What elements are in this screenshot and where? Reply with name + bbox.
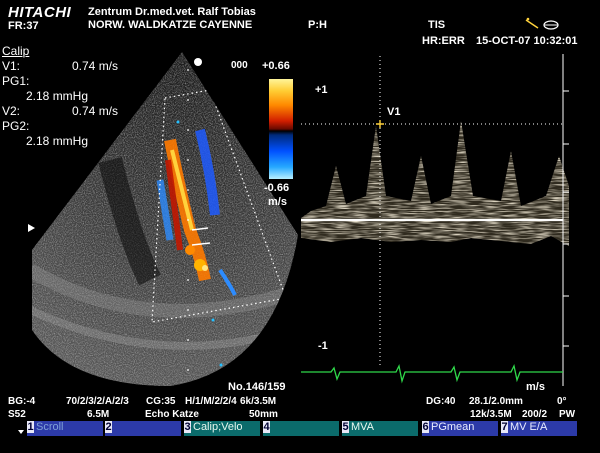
param-freq: 6k/3.5M [240, 396, 277, 407]
fkey-7-mv-ea[interactable]: 7 MV E/A [501, 421, 577, 436]
fkey-3-calip-velo[interactable]: 3 Calip;Velo [184, 421, 260, 436]
v2-label: V2: [2, 104, 21, 118]
param-exam: Echo Katze [145, 409, 199, 420]
pg1-label: PG1: [2, 74, 30, 88]
color-velocity-bar [269, 79, 293, 179]
param-filter: 200/2 [522, 409, 548, 420]
image-number: No.146/159 [228, 381, 286, 393]
frame-rate: FR:37 [8, 20, 39, 32]
fkey-number: 2 [105, 421, 112, 433]
ultrasound-sector-image[interactable] [30, 40, 300, 392]
patient-name: NORW. WALDKATZE CAYENNE [88, 19, 253, 31]
param-preset: 70/2/3/2/A/2/3 [66, 396, 129, 407]
fkey-4[interactable]: 4 [263, 421, 339, 436]
probe-side: P:H [308, 19, 327, 31]
param-prf: 12k/3.5M [470, 409, 512, 420]
doppler-spectrum[interactable] [301, 46, 569, 392]
fkey-number: 7 [501, 421, 508, 433]
fkey-label: Calip;Velo [193, 421, 243, 433]
menu-arrow-icon [18, 430, 24, 434]
doppler-scale-bottom: -1 [318, 340, 328, 352]
doppler-unit: m/s [526, 381, 545, 393]
color-scale-max: +0.66 [262, 60, 290, 72]
param-angle: 0° [557, 396, 567, 407]
color-gain-label: 000 [231, 60, 248, 71]
fkey-label: MV E/A [510, 421, 548, 433]
fkey-number: 1 [27, 421, 34, 433]
param-s: S52 [8, 409, 26, 420]
fkey-number: 3 [184, 421, 191, 433]
fkey-number: 6 [422, 421, 429, 433]
color-scale-unit: m/s [268, 196, 287, 208]
fkey-label: MVA [351, 421, 375, 433]
param-h: H/1/M/2/2/4 [185, 396, 237, 407]
param-mode: PW [559, 409, 576, 420]
fkey-label: PGmean [431, 421, 475, 433]
param-gate: 28.1/2.0mm [469, 396, 523, 407]
fkey-number: 5 [342, 421, 349, 433]
transducer-icon [524, 16, 564, 30]
fkey-number: 4 [263, 421, 270, 433]
fkey-1-scroll[interactable]: 1 Scroll [27, 421, 103, 436]
fkey-5-mva[interactable]: 5 MVA [342, 421, 418, 436]
velocity-cursor-label: V1 [387, 106, 401, 118]
param-bg: BG:-4 [8, 396, 36, 407]
depth-marker-icon [28, 224, 35, 232]
caliper-title: Calip [2, 44, 30, 58]
doppler-scale-top: +1 [315, 84, 328, 96]
fkey-2[interactable]: 2 [105, 421, 181, 436]
color-scale-min: -0.66 [264, 182, 290, 194]
param-probe-freq: 6.5M [87, 409, 110, 420]
v1-label: V1: [2, 59, 21, 73]
param-depth: 50mm [249, 409, 278, 420]
clinic-name: Zentrum Dr.med.vet. Ralf Tobias [88, 6, 256, 18]
fkey-label: Scroll [36, 421, 64, 433]
pg2-label: PG2: [2, 119, 30, 133]
tis-label: TIS [428, 19, 446, 31]
hitachi-logo: HITACHI [8, 4, 72, 21]
param-cg: CG:35 [146, 396, 176, 407]
param-dg: DG:40 [426, 396, 456, 407]
fkey-6-pgmean[interactable]: 6 PGmean [422, 421, 498, 436]
